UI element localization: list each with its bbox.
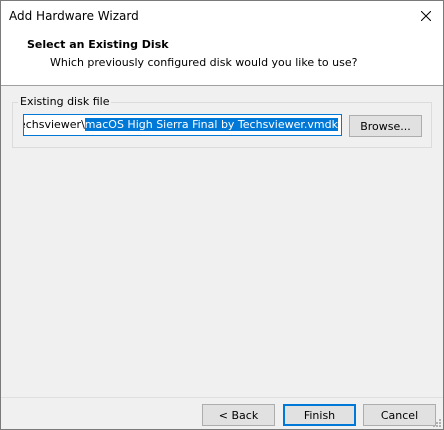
- resize-grip-icon[interactable]: [431, 417, 441, 427]
- browse-button[interactable]: Browse...: [349, 115, 422, 137]
- disk-file-path-input[interactable]: al by Techsviewer\macOS High Sierra Fina…: [23, 114, 342, 136]
- back-button[interactable]: < Back: [202, 404, 275, 426]
- footer-separator: [1, 397, 443, 398]
- path-text-prefix: al by Techsviewer\: [24, 118, 85, 131]
- wizard-header: Select an Existing Disk Which previously…: [1, 31, 443, 86]
- cancel-button[interactable]: Cancel: [363, 404, 436, 426]
- page-subtitle: Which previously configured disk would y…: [50, 56, 358, 69]
- window-title: Add Hardware Wizard: [9, 9, 139, 23]
- finish-button[interactable]: Finish: [283, 404, 356, 426]
- path-text-selected: macOS High Sierra Final by Techsviewer.v…: [84, 118, 338, 131]
- wizard-window: Add Hardware Wizard Select an Existing D…: [0, 0, 444, 430]
- title-bar: Add Hardware Wizard: [1, 1, 443, 31]
- existing-disk-label: Existing disk file: [18, 95, 112, 108]
- page-title: Select an Existing Disk: [27, 38, 169, 51]
- close-icon: [421, 11, 431, 21]
- close-button[interactable]: [409, 1, 443, 31]
